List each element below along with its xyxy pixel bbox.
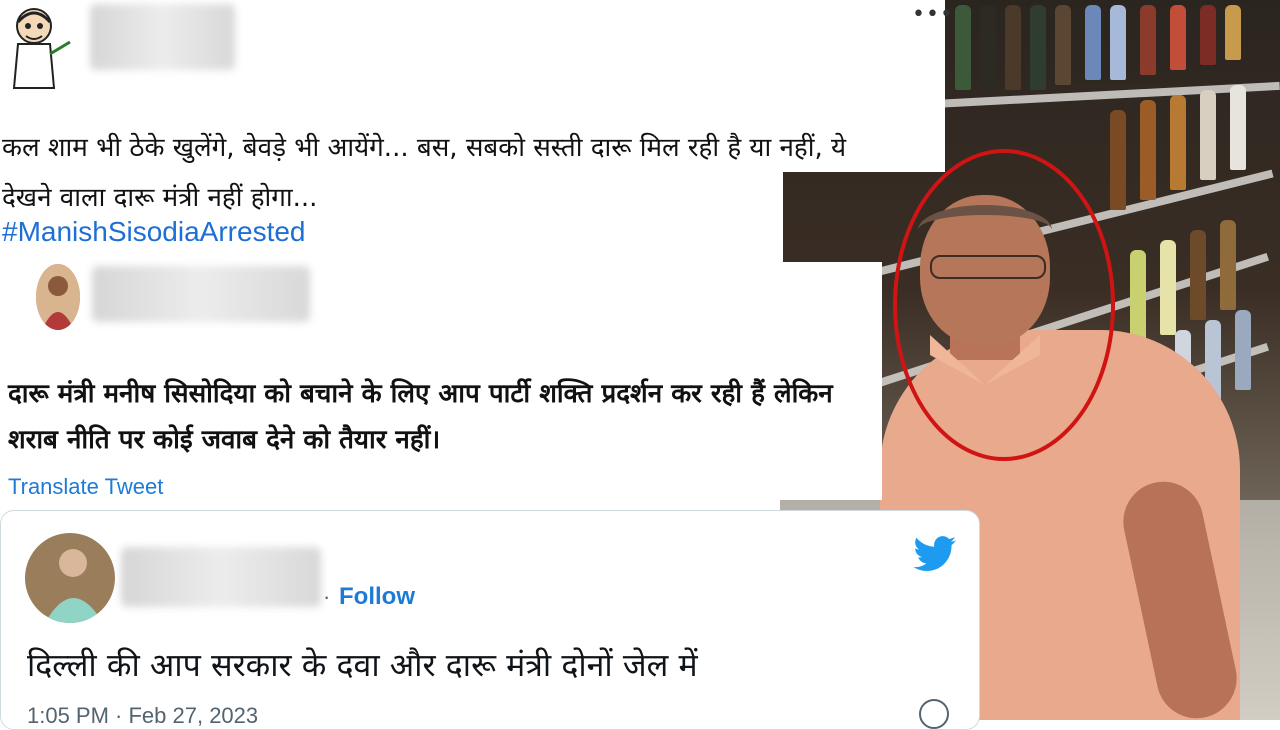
tweet-text: दिल्ली की आप सरकार के दवा और दारू मंत्री… (27, 646, 698, 684)
bottle (1190, 230, 1206, 320)
bottle (1170, 5, 1186, 70)
bottle (1110, 5, 1126, 80)
twitter-bird-icon[interactable] (913, 536, 957, 572)
avatar[interactable] (36, 264, 80, 330)
person-avatar-icon (36, 264, 80, 330)
tweet-text-line-2: देखने वाला दारू मंत्री नहीं होगा... (2, 183, 318, 213)
tweet-card-1-continued: देखने वाला दारू मंत्री नहीं होगा... #Man… (0, 172, 783, 262)
bottle (980, 5, 996, 90)
bottle (1140, 5, 1156, 75)
tweet-text-line-1: दारू मंत्री मनीष सिसोदिया को बचाने के लि… (8, 379, 833, 409)
translate-tweet-link[interactable]: Translate Tweet (8, 474, 163, 500)
cartoon-avatar-icon (12, 8, 71, 89)
person-avatar-icon (25, 533, 115, 623)
bottle (1170, 95, 1186, 190)
bottle (1230, 85, 1246, 170)
tweet-text-line-2: शराब नीति पर कोई जवाब देने को तैयार नहीं… (8, 425, 441, 455)
bottle (1140, 100, 1156, 200)
bottle (955, 5, 971, 90)
bottle (1235, 310, 1251, 390)
info-icon[interactable] (919, 699, 949, 729)
bottle (1130, 250, 1146, 345)
follow-button[interactable]: Follow (339, 583, 415, 611)
bottle (1005, 5, 1021, 90)
tweet-text-line-1: कल शाम भी ठेके खुलेंगे, बेवड़े भी आयेंगे… (2, 133, 847, 163)
blurred-username (92, 266, 310, 322)
tweet-card-1: ••• कल शाम भी ठेके खुलेंगे, बेवड़े भी आय… (0, 0, 953, 172)
bottle (1030, 5, 1046, 90)
tweet-card-3: · Follow दिल्ली की आप सरकार के दवा और दा… (0, 510, 980, 730)
separator-dot: · (323, 584, 331, 609)
blurred-username (121, 547, 321, 607)
bottle (1220, 220, 1236, 310)
tweet-card-2: दारू मंत्री मनीष सिसोदिया को बचाने के लि… (0, 262, 882, 500)
avatar[interactable] (25, 533, 115, 623)
highlight-circle (893, 149, 1115, 461)
bottle (1160, 240, 1176, 335)
more-options-icon[interactable]: ••• (912, 2, 954, 27)
bottle (1055, 5, 1071, 85)
hashtag-link[interactable]: #ManishSisodiaArrested (2, 216, 306, 248)
bottle (1225, 5, 1241, 60)
bottle (1085, 5, 1101, 80)
tweet-timestamp[interactable]: 1:05 PM · Feb 27, 2023 (27, 703, 258, 729)
avatar[interactable] (4, 4, 76, 90)
bottle (1110, 110, 1126, 210)
blurred-username (90, 4, 235, 70)
bottle (1200, 90, 1216, 180)
bottle (1200, 5, 1216, 65)
